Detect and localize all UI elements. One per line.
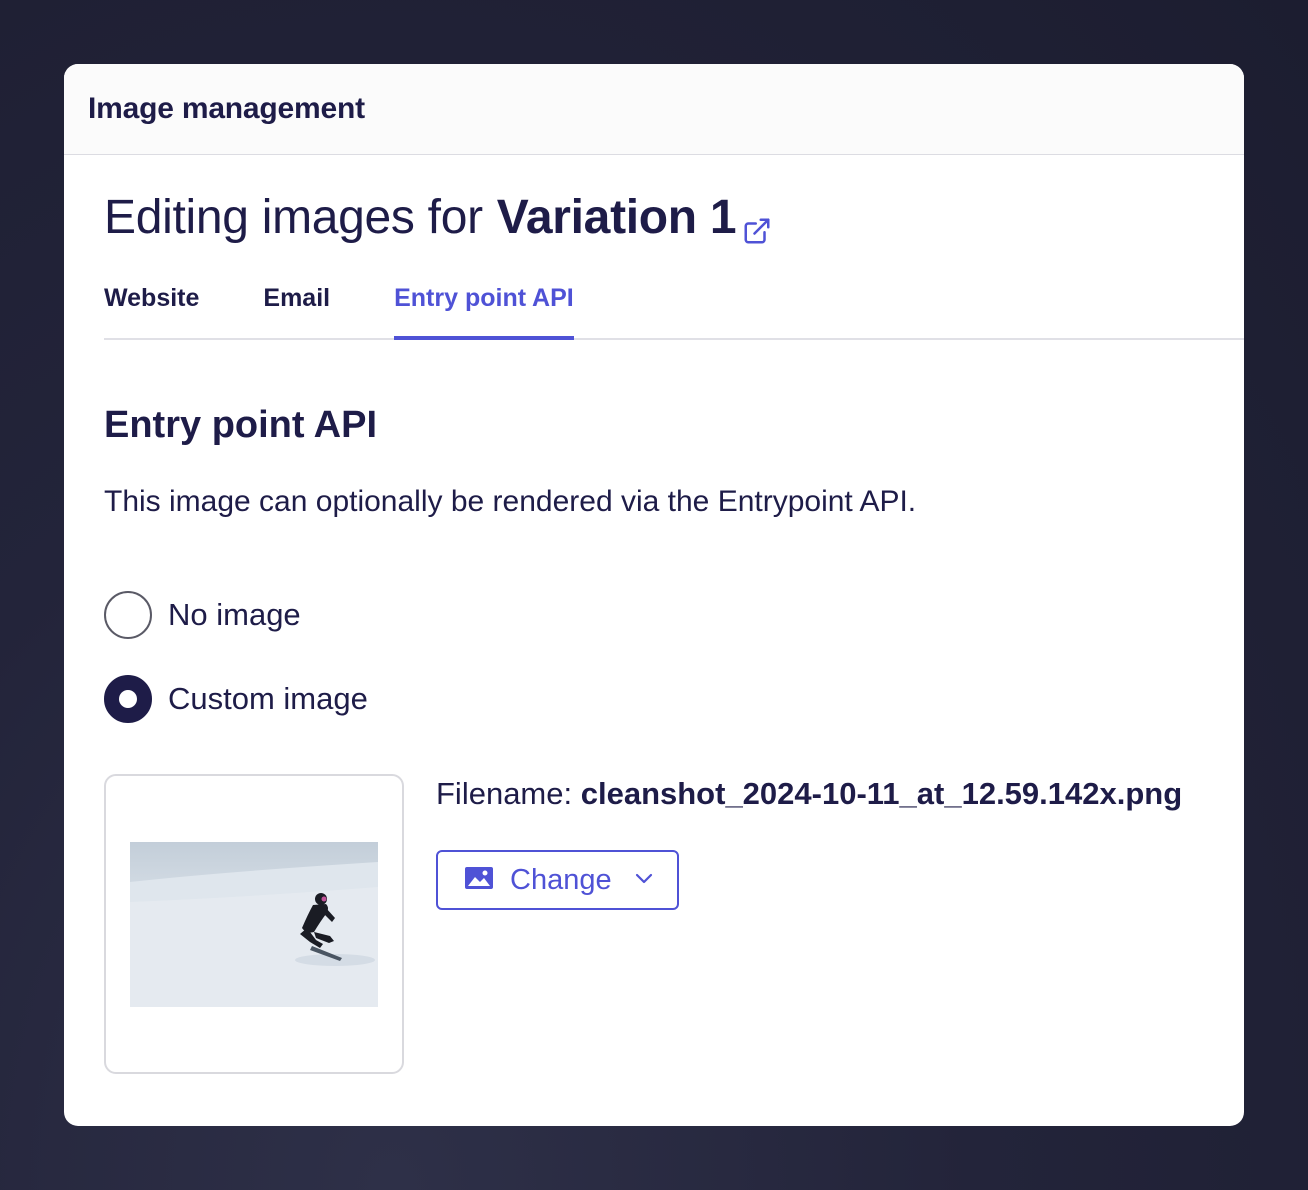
image-thumbnail xyxy=(130,842,378,1007)
radio-label: No image xyxy=(168,597,301,632)
page-title: Editing images for Variation 1 xyxy=(104,190,772,245)
change-button-label: Change xyxy=(510,863,612,896)
modal-title: Image management xyxy=(88,92,365,125)
page-title-prefix: Editing images for xyxy=(104,191,483,244)
filename-label: Filename: xyxy=(436,776,573,811)
tab-entry-point-api[interactable]: Entry point API xyxy=(394,278,574,340)
section-description: This image can optionally be rendered vi… xyxy=(104,485,917,518)
radio-custom-image[interactable]: Custom image xyxy=(104,675,368,723)
filename-text: Filename: cleanshot_2024-10-11_at_12.59.… xyxy=(436,776,1182,812)
radio-button-checked[interactable] xyxy=(104,675,152,723)
radio-label: Custom image xyxy=(168,681,368,716)
radio-no-image[interactable]: No image xyxy=(104,591,301,639)
filename-value: cleanshot_2024-10-11_at_12.59.142x.png xyxy=(580,776,1183,811)
tab-email[interactable]: Email xyxy=(263,278,330,338)
image-preview-box xyxy=(104,774,404,1074)
modal-header: Image management xyxy=(64,64,1244,155)
radio-button[interactable] xyxy=(104,591,152,639)
tab-website[interactable]: Website xyxy=(104,278,199,338)
variation-name: Variation 1 xyxy=(496,191,737,244)
external-link-icon[interactable] xyxy=(742,203,772,243)
chevron-down-icon xyxy=(634,871,654,890)
change-image-button[interactable]: Change xyxy=(436,850,679,910)
image-management-modal: Image management Editing images for Vari… xyxy=(64,64,1244,1126)
tab-bar: Website Email Entry point API xyxy=(104,278,1244,340)
section-title: Entry point API xyxy=(104,404,378,446)
image-icon xyxy=(464,866,494,895)
